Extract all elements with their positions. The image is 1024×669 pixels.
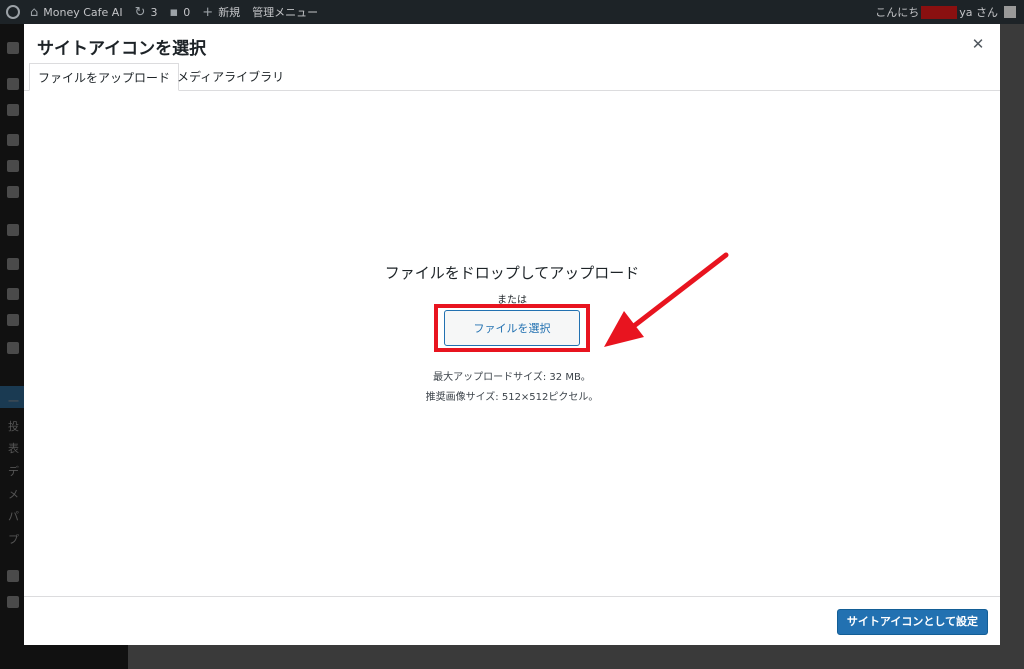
- tab-media-library[interactable]: メディアライブラリ: [169, 63, 292, 91]
- plus-icon: +: [202, 4, 214, 20]
- menu-fragment-5: パ: [8, 510, 19, 523]
- posts-icon[interactable]: [7, 78, 19, 90]
- menu-fragment-0: 一: [8, 395, 19, 408]
- modal-title: サイトアイコンを選択: [37, 39, 207, 59]
- menu-fragment-3: デ: [8, 465, 19, 478]
- drop-zone-title: ファイルをドロップしてアップロード: [384, 264, 640, 282]
- max-upload-size: 最大アップロードサイズ: 32 MB。: [433, 372, 591, 383]
- menu-fragment-2: 表: [8, 442, 19, 455]
- admin-menu-link[interactable]: 管理メニュー: [246, 0, 324, 24]
- red-arrow-icon: [604, 252, 729, 347]
- settings-icon[interactable]: [7, 570, 19, 582]
- menu-fragment-6: プ: [8, 533, 19, 546]
- recommended-image-size: 推奨画像サイズ: 512×512ピクセル。: [425, 392, 599, 403]
- greeting-prefix: こんにち: [875, 6, 920, 19]
- tab-upload-files[interactable]: ファイルをアップロード: [29, 63, 180, 91]
- site-name: Money Cafe AI: [43, 5, 123, 19]
- site-name-link[interactable]: ⌂ Money Cafe AI: [24, 0, 129, 24]
- new-label: 新規: [218, 6, 241, 19]
- wordpress-logo-icon[interactable]: [6, 5, 20, 19]
- media-icon[interactable]: [7, 104, 19, 116]
- plugins-icon[interactable]: [7, 258, 19, 270]
- modal-toolbar: サイトアイコンとして設定: [24, 596, 1000, 645]
- tools-icon[interactable]: [7, 342, 19, 354]
- updates-count: 3: [150, 5, 158, 19]
- home-icon: ⌂: [30, 4, 39, 20]
- greeting-suffix: ya さん: [959, 6, 998, 19]
- comment-icon: ▪: [169, 4, 179, 20]
- media-modal: サイトアイコンを選択 ✕ ファイルをアップロード メディアライブラリ ファイルを…: [24, 24, 1000, 645]
- close-icon[interactable]: ✕: [970, 36, 986, 52]
- set-site-icon-button[interactable]: サイトアイコンとして設定: [836, 609, 988, 635]
- comments-count: 0: [183, 5, 191, 19]
- pages-icon[interactable]: [7, 160, 19, 172]
- select-files-button[interactable]: ファイルを選択: [444, 310, 580, 346]
- menu-fragment-1: 投: [8, 420, 19, 433]
- refresh-icon: ↻: [134, 4, 146, 20]
- users2-icon[interactable]: [7, 314, 19, 326]
- new-content-link[interactable]: + 新規: [196, 0, 246, 24]
- dashboard-icon[interactable]: [7, 42, 19, 54]
- users-icon[interactable]: [7, 288, 19, 300]
- avatar[interactable]: [1004, 6, 1016, 18]
- appearance-icon[interactable]: [7, 224, 19, 236]
- links-icon[interactable]: [7, 134, 19, 146]
- menu-fragment-4: メ: [8, 488, 19, 501]
- redacted-username: [921, 5, 958, 19]
- admin-bar: ⌂ Money Cafe AI ↻ 3 ▪ 0 + 新規 管理メニュー こんにち…: [0, 0, 1024, 24]
- account-menu[interactable]: こんにち ya さん: [875, 0, 1016, 24]
- comments-menu-icon[interactable]: [7, 186, 19, 198]
- updates-link[interactable]: ↻ 3: [129, 0, 164, 24]
- comments-link[interactable]: ▪ 0: [163, 0, 196, 24]
- modal-tabs: ファイルをアップロード メディアライブラリ: [24, 61, 1000, 91]
- collapse-icon[interactable]: [7, 596, 19, 608]
- admin-menu-label: 管理メニュー: [252, 6, 319, 19]
